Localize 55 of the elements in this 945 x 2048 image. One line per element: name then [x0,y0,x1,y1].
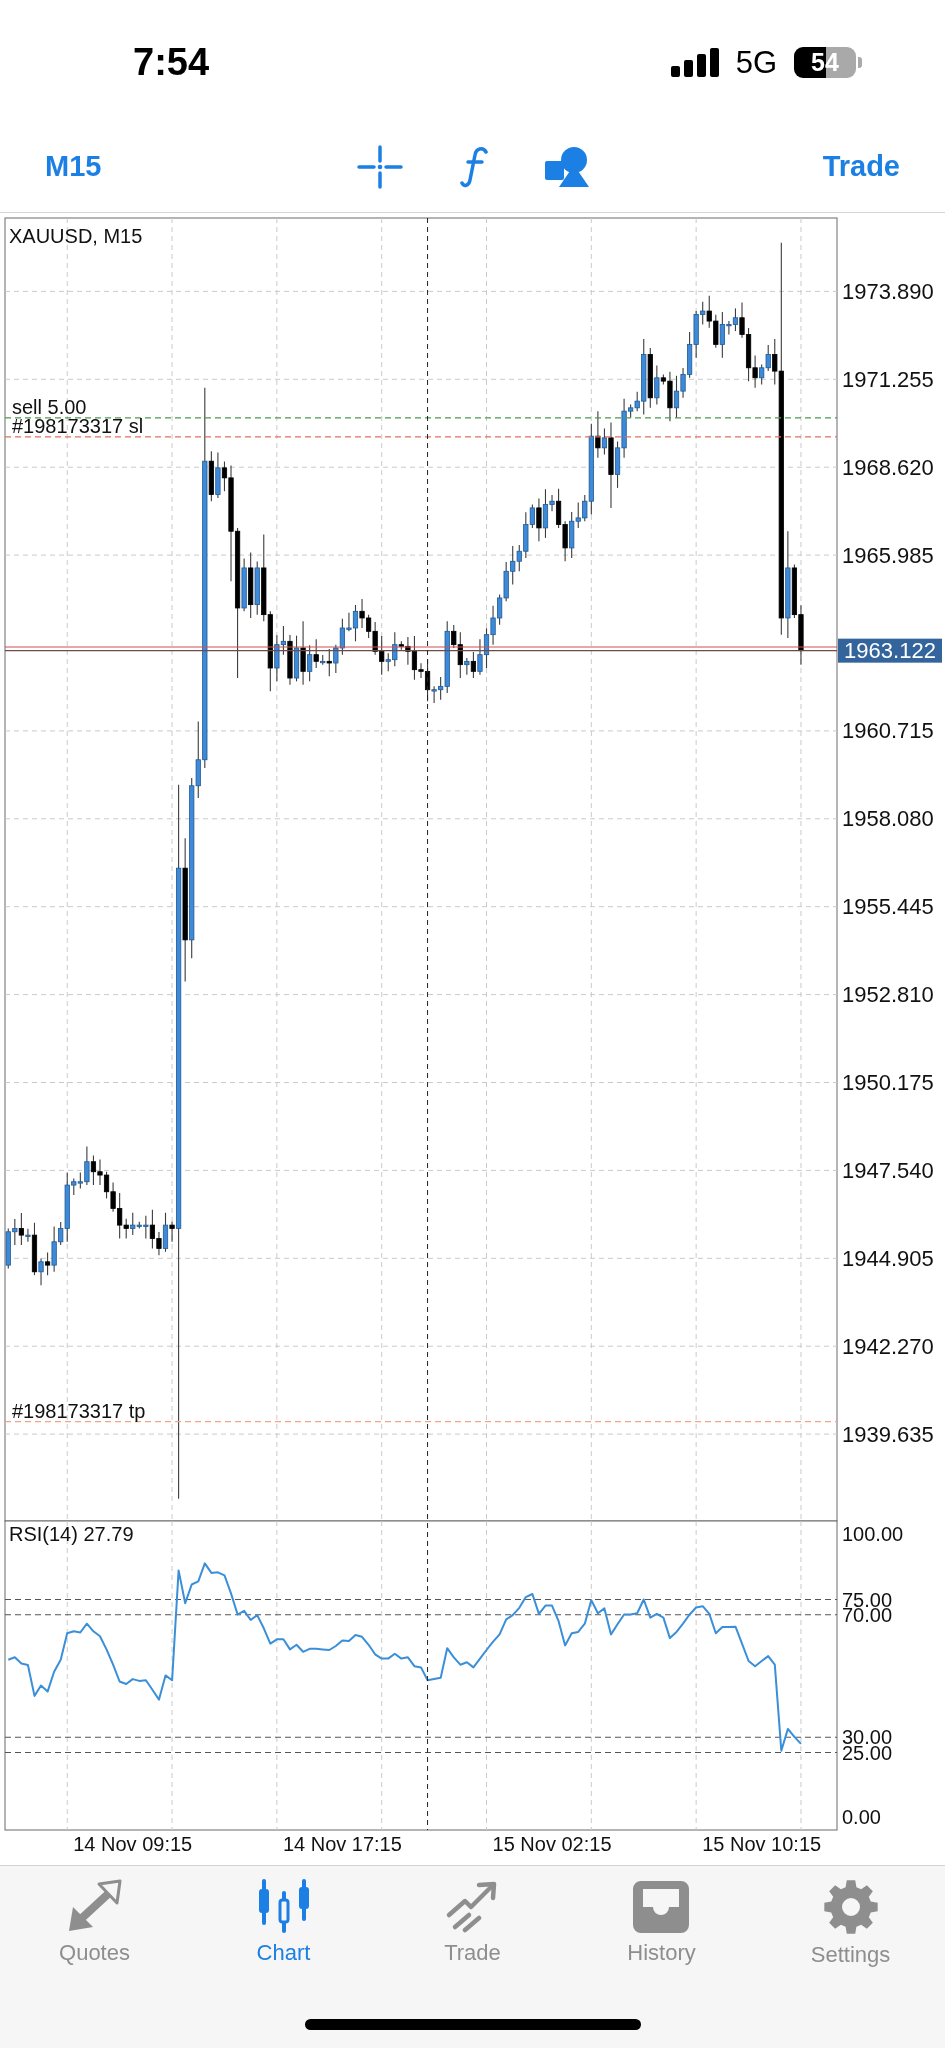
candlestick [601,427,608,456]
price-axis-label: 1968.620 [842,454,934,480]
candlestick [38,1257,44,1286]
price-axis-label: 1950.175 [842,1070,934,1095]
tray-icon [633,1879,690,1933]
trade-button[interactable]: Trade [822,150,900,183]
time-axis-label: 14 Nov 09:15 [73,1833,193,1855]
candlestick [464,657,470,676]
price-axis-label: 1960.715 [842,718,934,744]
time-axis-label: 14 Nov 17:15 [282,1833,402,1855]
tab-item[interactable]: History [627,1879,696,1968]
candlestick [25,1228,31,1243]
order-label: #198173317 tp [12,1399,146,1422]
double-arrow-icon [66,1879,123,1933]
price-axis-label: 1965.985 [842,542,934,568]
candlestick [536,498,542,542]
candlestick [300,620,306,686]
function-icon[interactable] [458,145,489,188]
candlestick [595,410,601,459]
candlestick [654,364,660,406]
shapes-icon[interactable] [544,145,589,188]
price-axis-label: 1955.445 [842,894,934,920]
chart-title: XAUUSD, M15 [9,225,143,247]
tab-item[interactable]: Chart [255,1879,312,1968]
price-axis-label: 1958.080 [842,806,934,832]
tab-item[interactable]: Trade [444,1879,501,1968]
current-price-tag: 1963.122 [838,638,942,664]
price-axis-label: 1952.810 [842,982,934,1008]
rsi-axis-label: 100.00 [842,1523,904,1545]
tab-item[interactable]: Quotes [59,1879,130,1968]
candlestick [44,1251,51,1276]
price-axis-label: 1971.255 [842,366,934,392]
time-axis-label: 15 Nov 10:15 [702,1833,822,1855]
time-axis-label: 15 Nov 02:15 [492,1833,612,1855]
candlestick [313,638,319,669]
candlestick [307,644,313,682]
price-axis-label: 1947.540 [842,1157,934,1183]
price-axis-label: 1973.890 [842,278,934,304]
rsi-axis-label: 0.00 [842,1806,881,1828]
candlestick [18,1212,24,1246]
network-label: 5G [735,44,777,81]
price-axis-label: 1939.635 [842,1421,934,1447]
tab-item[interactable]: Settings [810,1879,891,1968]
timeframe-button[interactable]: M15 [45,150,102,183]
candlestick [162,1212,169,1253]
rsi-title: RSI(14) 27.79 [9,1523,134,1545]
signal-icon [670,48,719,77]
price-axis-label: 1944.905 [842,1245,934,1271]
candlestick [326,648,332,677]
status-time: 7:54 [133,41,210,84]
candlestick [470,651,477,679]
price-axis-label: 1942.270 [842,1333,934,1359]
settings-icon [822,1879,879,1935]
crosshair-icon[interactable] [356,144,403,189]
candlestick [169,1221,175,1243]
